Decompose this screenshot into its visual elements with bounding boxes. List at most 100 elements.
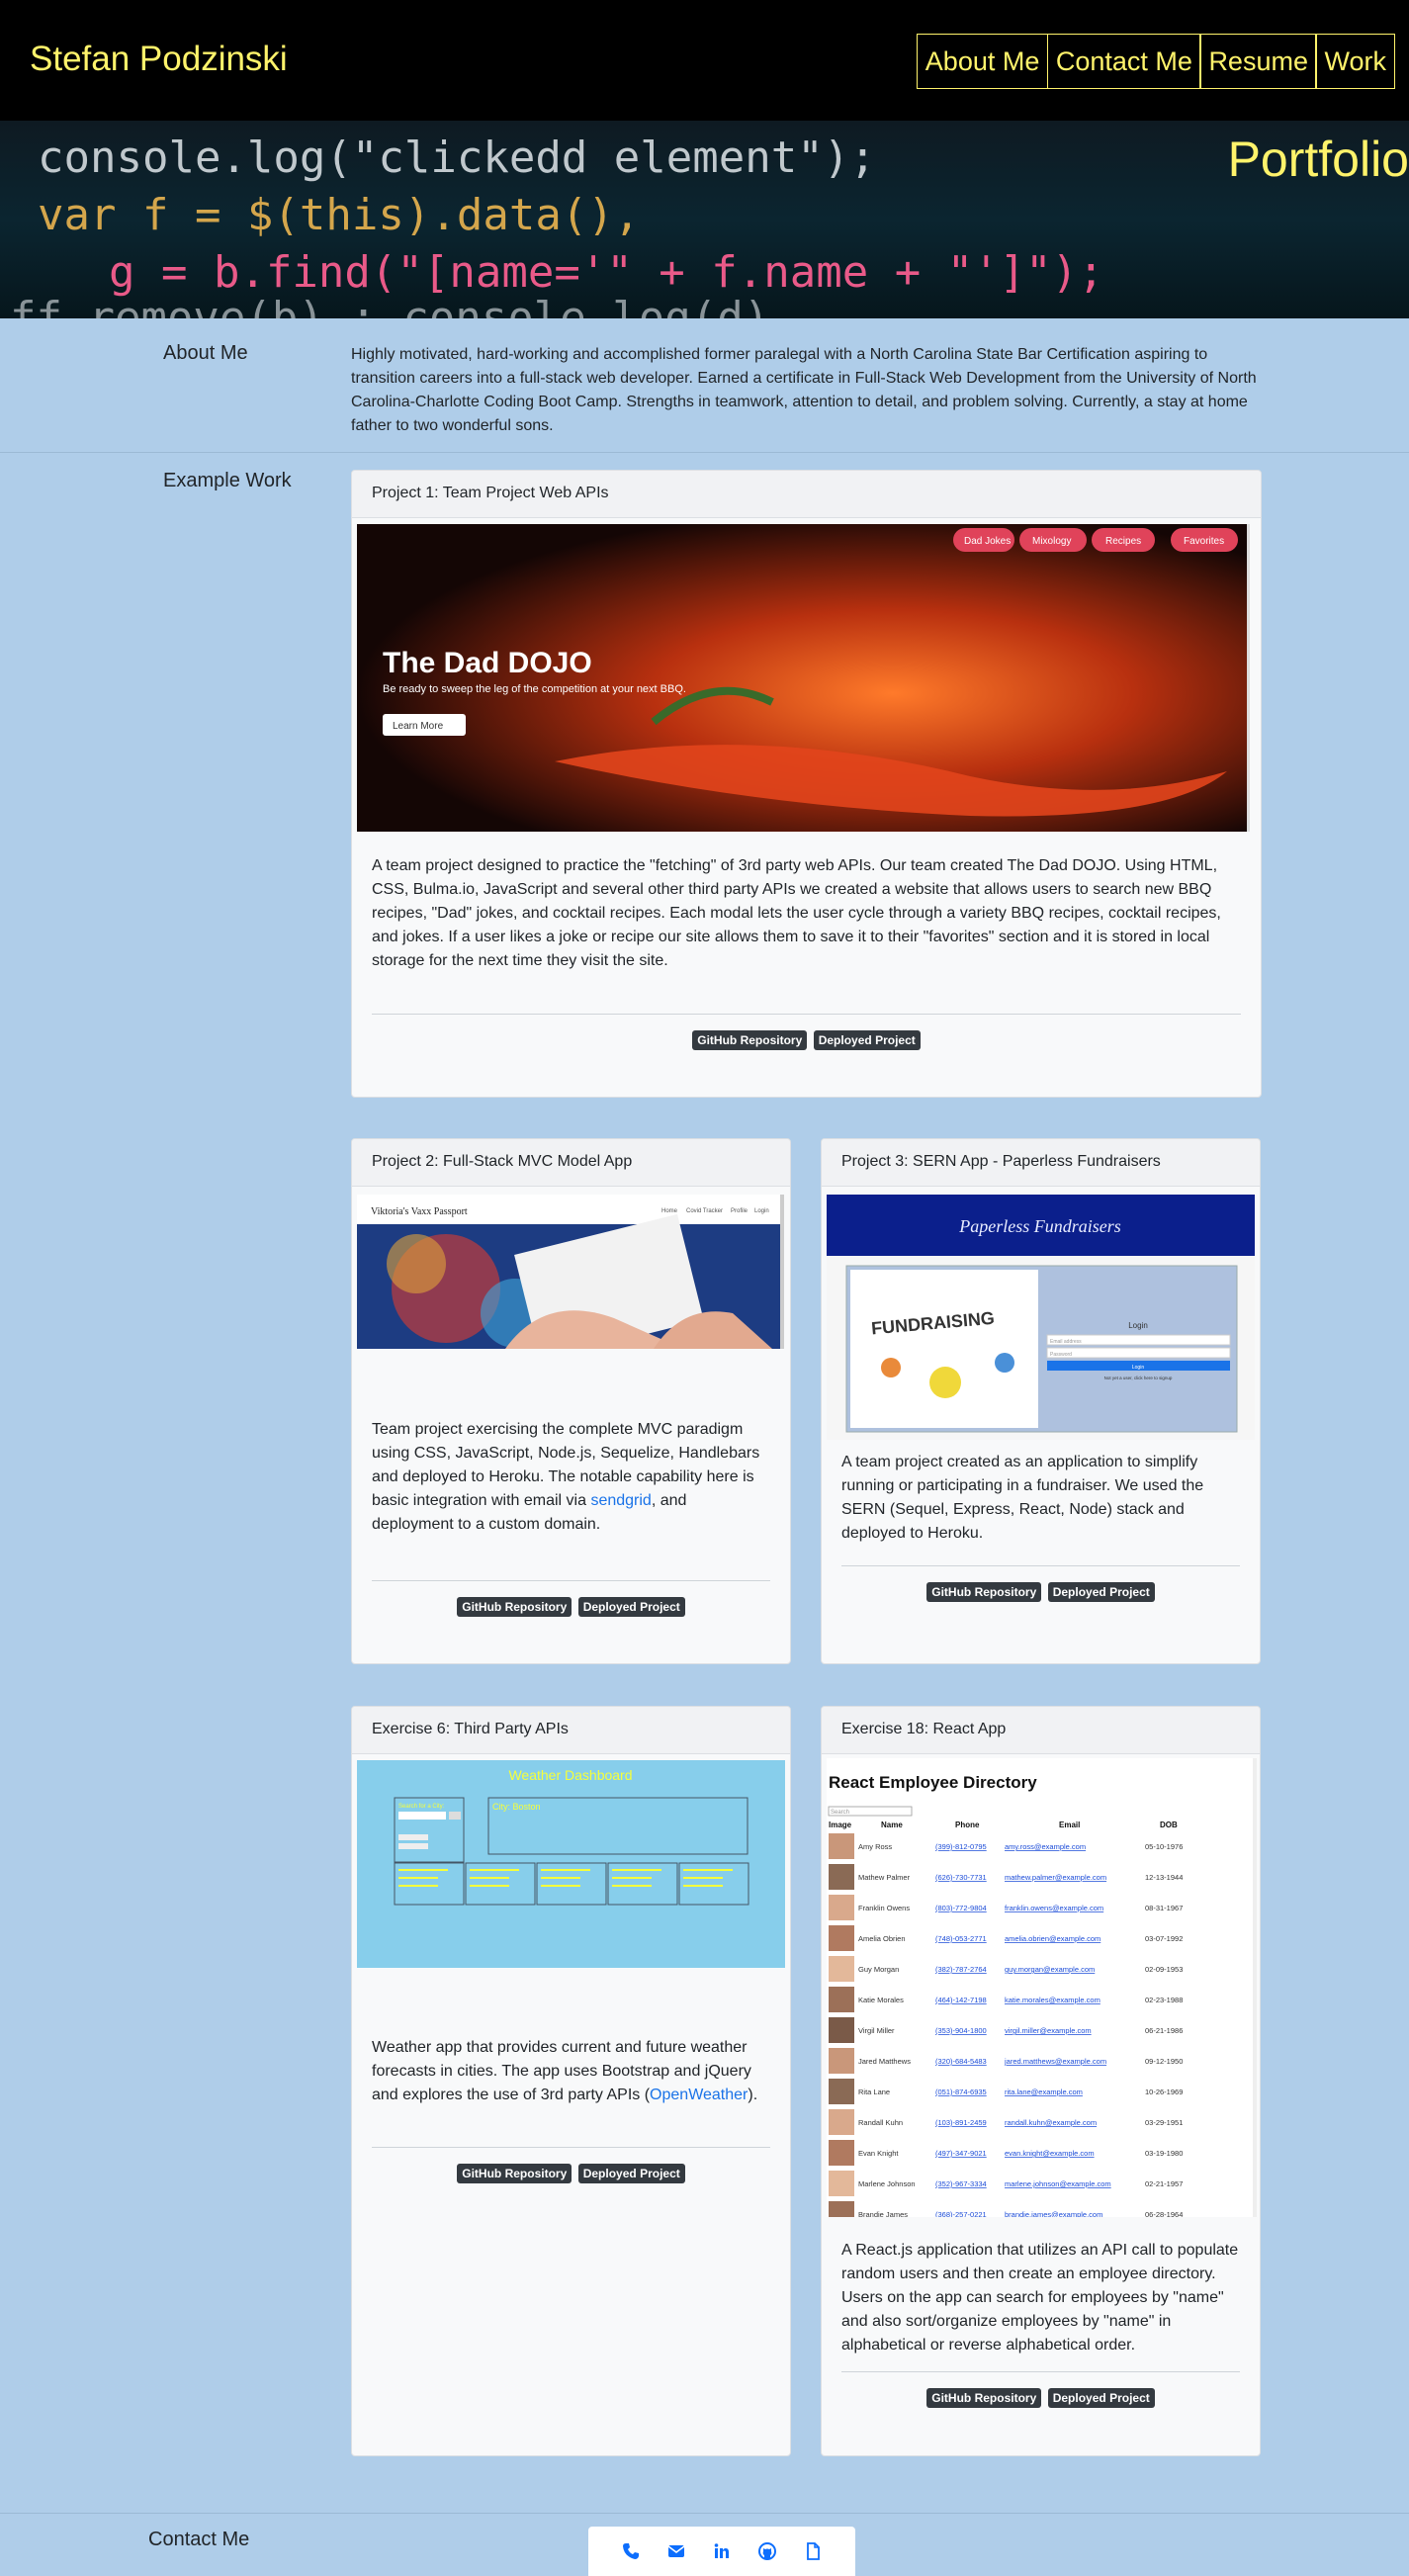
code-background-image: "click" , "main" console.log("clickedd e… [10, 121, 1104, 318]
project-2-screenshot[interactable]: Viktoria's Vaxx Passport Home Covid Trac… [357, 1195, 784, 1349]
project-card-5: Exercise 18: React App React Employee Di… [821, 1706, 1261, 2456]
svg-text:Viktoria's Vaxx Passport: Viktoria's Vaxx Passport [371, 1206, 468, 1217]
phone-icon[interactable] [621, 2541, 641, 2561]
project-card-1: Project 1: Team Project Web APIs The Dad… [351, 470, 1262, 1098]
resume-icon[interactable] [803, 2541, 823, 2561]
employee-phone[interactable]: (399)-812-0795 [935, 1842, 987, 1851]
employee-dob: 06-21-1986 [1145, 2026, 1183, 2035]
nav-about-me[interactable]: About Me [916, 34, 1049, 89]
employee-email[interactable]: virgil.miller@example.com [1005, 2026, 1092, 2035]
employee-phone[interactable]: (464)-142-7198 [935, 1996, 987, 2004]
employee-phone[interactable]: (748)-053-2771 [935, 1934, 987, 1943]
employee-email[interactable]: randall.kuhn@example.com [1005, 2118, 1097, 2127]
project-4-description: Weather app that provides current and fu… [372, 2039, 758, 2103]
svg-text:The Dad DOJO: The Dad DOJO [383, 647, 592, 679]
about-heading: About Me [163, 342, 248, 364]
employee-email[interactable]: amelia.obrien@example.com [1005, 1934, 1101, 1943]
hero-title: Portfolio [1227, 132, 1409, 187]
project-3-badges: GitHub Repository Deployed Project [822, 1582, 1260, 1602]
project-3-screenshot[interactable]: Paperless Fundraisers FUNDRAISING Login … [827, 1195, 1255, 1440]
project-4-screenshot[interactable]: Weather Dashboard Search for a City: Cit… [357, 1760, 785, 1968]
employee-phone[interactable]: (352)-967-3334 [935, 2179, 987, 2188]
work-heading: Example Work [163, 470, 292, 491]
employee-phone[interactable]: (497)-347-9021 [935, 2149, 987, 2158]
employee-email[interactable]: guy.morgan@example.com [1005, 1965, 1095, 1974]
project-5-screenshot[interactable]: React Employee Directory Search Image Na… [827, 1758, 1257, 2217]
employee-phone[interactable]: (626)-730-7731 [935, 1873, 987, 1882]
contact-icons [588, 2527, 855, 2576]
employee-name: Amelia Obrien [858, 1934, 906, 1943]
employee-phone[interactable]: (382)-787-2764 [935, 1965, 987, 1974]
nav-links: About Me Contact Me Resume Work [916, 34, 1395, 89]
employee-email[interactable]: rita.lane@example.com [1005, 2087, 1083, 2096]
svg-text:React Employee Directory: React Employee Directory [829, 1773, 1037, 1792]
employee-avatar [829, 1895, 854, 1920]
employee-avatar [829, 2109, 854, 2135]
employee-phone[interactable]: (103)-891-2459 [935, 2118, 987, 2127]
linkedin-icon[interactable] [712, 2541, 732, 2561]
employee-name: Franklin Owens [858, 1904, 910, 1912]
github-repository-badge[interactable]: GitHub Repository [457, 2164, 572, 2183]
employee-phone[interactable]: (368)-257-0221 [935, 2210, 987, 2217]
employee-avatar [829, 2171, 854, 2196]
svg-text:var f = $(this).data(),: var f = $(this).data(), [38, 190, 640, 240]
nav-work[interactable]: Work [1315, 34, 1395, 89]
github-icon[interactable] [757, 2541, 777, 2561]
employee-email[interactable]: katie.morales@example.com [1005, 1996, 1101, 2004]
employee-avatar [829, 1925, 854, 1951]
employee-name: Katie Morales [858, 1996, 904, 2004]
openweather-link[interactable]: OpenWeather [650, 2087, 748, 2103]
employee-dob: 03-07-1992 [1145, 1934, 1183, 1943]
svg-text:Search for a City:: Search for a City: [398, 1804, 445, 1810]
svg-text:Name: Name [881, 1821, 903, 1829]
employee-phone[interactable]: (803)-772-9804 [935, 1904, 987, 1912]
github-repository-badge[interactable]: GitHub Repository [926, 2388, 1042, 2408]
deployed-project-badge[interactable]: Deployed Project [1047, 2388, 1155, 2408]
brand-name[interactable]: Stefan Podzinski [30, 40, 288, 79]
github-repository-badge[interactable]: GitHub Repository [926, 1582, 1042, 1602]
employee-email[interactable]: evan.knight@example.com [1005, 2149, 1095, 2158]
github-repository-badge[interactable]: GitHub Repository [457, 1597, 572, 1617]
sendgrid-link[interactable]: sendgrid [590, 1492, 651, 1509]
employee-name: Virgil Miller [858, 2026, 895, 2035]
about-text: Highly motivated, hard-working and accom… [351, 346, 1257, 434]
card-divider [841, 2371, 1240, 2372]
nav-contact-me[interactable]: Contact Me [1046, 34, 1201, 89]
svg-text:"click" , "main": "click" , "main" [30, 121, 449, 124]
project-1-screenshot[interactable]: The Dad DOJO Be ready to sweep the leg o… [357, 524, 1250, 832]
employee-name: Evan Knight [858, 2149, 899, 2158]
deployed-project-badge[interactable]: Deployed Project [577, 2164, 685, 2183]
employee-email[interactable]: mathew.palmer@example.com [1005, 1873, 1106, 1882]
svg-text:Not yet a user, click here to: Not yet a user, click here to signup [1104, 1376, 1173, 1380]
github-repository-badge[interactable]: GitHub Repository [692, 1030, 808, 1050]
svg-text:Email address: Email address [1050, 1339, 1082, 1345]
employee-email[interactable]: jared.matthews@example.com [1004, 2057, 1106, 2066]
employee-email[interactable]: marlene.johnson@example.com [1005, 2179, 1111, 2188]
deployed-project-badge[interactable]: Deployed Project [1047, 1582, 1155, 1602]
card-divider [841, 1565, 1240, 1566]
employee-email[interactable]: brandie.james@example.com [1005, 2210, 1102, 2217]
svg-text:Paperless Fundraisers: Paperless Fundraisers [958, 1216, 1121, 1236]
svg-text:Learn More: Learn More [393, 721, 444, 732]
svg-text:Dad Jokes: Dad Jokes [964, 536, 1011, 547]
employee-name: Jared Matthews [858, 2057, 911, 2066]
employee-avatar [829, 2140, 854, 2166]
employee-dob: 03-19-1980 [1145, 2149, 1183, 2158]
deployed-project-badge[interactable]: Deployed Project [813, 1030, 921, 1050]
nav-resume[interactable]: Resume [1199, 34, 1317, 89]
email-icon[interactable] [666, 2541, 686, 2561]
project-4-badges: GitHub Repository Deployed Project [352, 2164, 790, 2183]
deployed-project-badge[interactable]: Deployed Project [577, 1597, 685, 1617]
employee-email[interactable]: franklin.owens@example.com [1005, 1904, 1103, 1912]
employee-name: Amy Ross [858, 1842, 892, 1851]
employee-avatar [829, 2017, 854, 2043]
card-title: Exercise 18: React App [822, 1707, 1260, 1754]
employee-email[interactable]: amy.ross@example.com [1005, 1842, 1086, 1851]
svg-text:Profile: Profile [731, 1208, 749, 1214]
card-divider [372, 1014, 1241, 1015]
employee-phone[interactable]: (051)-874-6935 [935, 2087, 987, 2096]
employee-phone[interactable]: (320)-684-5483 [935, 2057, 987, 2066]
employee-name: Marlene Johnson [858, 2179, 916, 2188]
employee-phone[interactable]: (353)-904-1800 [935, 2026, 987, 2035]
employee-avatar [829, 2048, 854, 2074]
